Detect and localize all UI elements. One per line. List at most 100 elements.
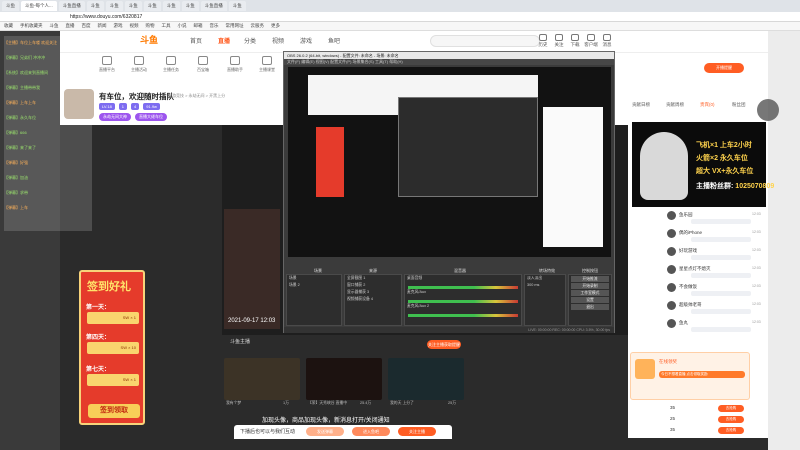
bookmark-link[interactable]: 直播 [66, 23, 75, 29]
room-tag[interactable]: 直播大佬车位 [135, 113, 167, 121]
scene-item[interactable]: 场景 2 [287, 282, 341, 289]
enter-fishbar-button[interactable]: 进入鱼吧 [352, 427, 390, 436]
tab-fan-club[interactable]: 粉丝团 [732, 102, 746, 108]
bookmark-link[interactable]: 工具 [162, 23, 171, 29]
source-item[interactable]: 显示器捕获 3 [345, 289, 401, 296]
nav-link[interactable]: 游戏 [300, 36, 312, 45]
header-icon-item[interactable]: 下载 [568, 34, 582, 48]
source-item[interactable]: 视频捕获设备 4 [345, 296, 401, 303]
tab-daily-rank[interactable]: 贡献日榜 [632, 102, 650, 108]
start-streaming-button[interactable]: 开始推流 [571, 276, 609, 282]
online-reward-card[interactable]: 在线领奖 今日不想看直播 点击领取奖励 [630, 352, 750, 400]
bookmark-link[interactable]: 斗鱼 [50, 23, 59, 29]
room-category[interactable]: 网游竞技 > 永劫无间 > 开黑上分 [168, 93, 225, 99]
chat-avatar[interactable] [667, 247, 676, 256]
nav-link[interactable]: 分类 [244, 36, 256, 45]
obs-window[interactable]: OBS 26.0.2 (64-bit, windows) - 配置文件: 未命名… [283, 51, 615, 333]
header-icon-item[interactable]: 历史 [536, 34, 550, 48]
scene-item[interactable]: 场景 [287, 275, 341, 282]
chat-username[interactable]: 鱼丸 [679, 320, 688, 325]
browser-tab[interactable]: 斗鱼 [181, 1, 199, 11]
nav-link[interactable]: 首页 [190, 36, 202, 45]
transition-duration[interactable]: 300 ms [525, 282, 565, 288]
room-tag[interactable]: 永劫无间大神 [99, 113, 131, 121]
bookmark-link[interactable]: 音乐 [210, 23, 219, 29]
room-tool[interactable]: 百宝箱 [191, 56, 215, 73]
recommend-thumb[interactable] [388, 358, 464, 400]
bookmark-link[interactable]: 视频 [130, 23, 139, 29]
source-item[interactable]: 窗口捕获 2 [345, 282, 401, 289]
bookmark-link[interactable]: 百度 [82, 23, 91, 29]
browser-tab[interactable]: 斗鱼直播 [200, 1, 227, 11]
studio-mode-button[interactable]: 工作室模式 [571, 290, 609, 296]
room-tool[interactable]: 直播助手 [223, 56, 247, 73]
bookmark-link[interactable]: 更多 [271, 23, 280, 29]
header-icon-item[interactable]: 客户端 [584, 34, 598, 48]
source-item[interactable]: 全屏截图 1 [345, 275, 401, 282]
bookmark-link[interactable]: 常用网址 [226, 23, 244, 29]
nav-link[interactable]: 直播 [218, 36, 230, 45]
room-tool[interactable]: 主播任务 [159, 56, 183, 73]
floating-action-button[interactable] [757, 99, 779, 121]
bookmark-link[interactable]: 小说 [178, 23, 187, 29]
browser-tab[interactable]: 斗鱼 [228, 1, 246, 11]
nav-link[interactable]: 鱼吧 [328, 36, 340, 45]
chat-username[interactable]: 超级帅老哥 [679, 302, 702, 307]
room-tool[interactable]: 主播课堂 [255, 56, 279, 73]
reward-bar[interactable]: 今日不想看直播 点击领取奖励 [659, 371, 745, 378]
header-icon-item[interactable]: 关注 [552, 34, 566, 48]
follow-anchor-button[interactable]: 关注主播 [398, 427, 436, 436]
bookmark-link[interactable]: 邮箱 [194, 23, 203, 29]
browser-tab[interactable]: 斗鱼 [2, 1, 19, 11]
browser-tab[interactable]: 斗鱼直播 [58, 1, 85, 11]
follow-button[interactable]: 关注主播获取提醒 [427, 340, 461, 349]
anchor-avatar[interactable] [64, 89, 94, 119]
recommend-thumb[interactable] [306, 358, 382, 400]
browser-tab[interactable]: 斗鱼 [143, 1, 161, 11]
bookmark-link[interactable]: 收藏 [4, 23, 13, 29]
bookmark-link[interactable]: 游戏 [114, 23, 123, 29]
bookmark-link[interactable]: 云服务 [251, 23, 265, 29]
send-danmaku-button[interactable]: 发送弹幕 [306, 427, 344, 436]
settings-button[interactable]: 设置 [571, 297, 609, 303]
rank-buy-button[interactable]: 去抢购 [718, 427, 744, 434]
tab-weekly-rank[interactable]: 贡献周榜 [666, 102, 684, 108]
douyu-logo[interactable]: 斗鱼 [140, 33, 158, 46]
bookmark-link[interactable]: 新闻 [98, 23, 107, 29]
live-reminder-button[interactable]: 开播提醒 [704, 63, 744, 73]
rank-buy-button[interactable]: 去抢购 [718, 405, 744, 412]
bookmark-link[interactable]: 购物 [146, 23, 155, 29]
search-input[interactable] [430, 35, 540, 47]
chat-avatar[interactable] [667, 301, 676, 310]
streamer-name[interactable]: 斗鱼主播 [230, 338, 250, 345]
chat-avatar[interactable] [667, 229, 676, 238]
browser-tab[interactable]: 斗鱼-每个人... [21, 1, 57, 11]
chat-avatar[interactable] [667, 265, 676, 274]
chat-username[interactable]: 好玩游戏 [679, 248, 697, 253]
chat-username[interactable]: 不会做饭 [679, 284, 697, 289]
chat-avatar[interactable] [667, 283, 676, 292]
browser-tab[interactable]: 斗鱼 [162, 1, 180, 11]
header-icon-item[interactable]: 消息 [600, 34, 614, 48]
rank-buy-button[interactable]: 去抢购 [718, 416, 744, 423]
tab-vip[interactable]: 贵宾(0) [700, 102, 715, 108]
url-text[interactable]: https://www.douyu.com/6320817 [70, 14, 142, 20]
room-tool[interactable]: 主播活动 [127, 56, 151, 73]
signin-claim-button[interactable]: 签到领取 [88, 404, 140, 418]
start-recording-button[interactable]: 开始录制 [571, 283, 609, 289]
nav-link[interactable]: 视频 [272, 36, 284, 45]
bookmark-link[interactable]: 手机收藏夹 [20, 23, 43, 29]
chat-username[interactable]: 鱼乐园 [679, 212, 693, 217]
room-tool[interactable]: 直播平台 [95, 56, 119, 73]
chat-avatar[interactable] [667, 211, 676, 220]
recommend-thumb[interactable] [224, 358, 300, 400]
chat-username[interactable]: 星星点灯不熄灭 [679, 266, 711, 271]
address-bar[interactable]: https://www.douyu.com/6320817 [0, 12, 800, 22]
chat-username[interactable]: 偶的iPhone [679, 230, 702, 235]
chat-avatar[interactable] [667, 319, 676, 328]
obs-menu-bar[interactable]: 文件(F) 编辑(E) 视图(V) 配置文件(P) 场景集合(S) 工具(T) … [284, 59, 614, 65]
audio-meter[interactable] [408, 314, 518, 317]
exit-button[interactable]: 退出 [571, 304, 609, 310]
browser-tab[interactable]: 斗鱼 [105, 1, 123, 11]
browser-tab[interactable]: 斗鱼 [86, 1, 104, 11]
